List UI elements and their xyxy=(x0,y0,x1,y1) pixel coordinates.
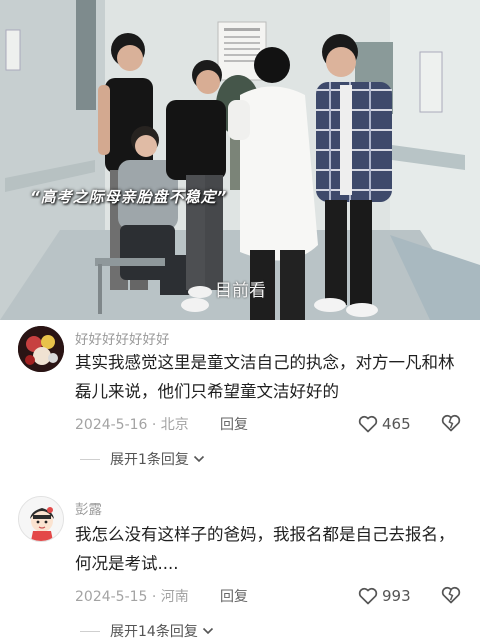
like-button[interactable]: 993 xyxy=(358,585,411,607)
dislike-button[interactable] xyxy=(441,413,461,435)
expand-replies-label: 展开14条回复 xyxy=(110,624,198,640)
expand-replies-button[interactable]: 展开1条回复 xyxy=(80,448,205,470)
comment-meta: 2024-5-15 · 河南 回复 993 xyxy=(75,586,470,608)
chevron-down-icon xyxy=(193,455,204,463)
comment-date-location: 2024-5-16 · 北京 xyxy=(75,417,189,433)
video-subtitle-bottom: 目前看 xyxy=(215,281,266,301)
like-count: 993 xyxy=(382,587,411,605)
broken-heart-icon xyxy=(441,414,461,432)
expand-replies-label: 展开1条回复 xyxy=(110,452,189,468)
like-button[interactable]: 465 xyxy=(358,413,411,435)
comment-text: 我怎么没有这样子的爸妈，我报名都是自己去报名，何况是考试.... xyxy=(75,525,455,573)
reply-button[interactable]: 回复 xyxy=(220,586,248,606)
like-count: 465 xyxy=(382,415,411,433)
video-frame[interactable]: “高考之际母亲胎盘不稳定” 目前看 xyxy=(0,0,480,320)
broken-heart-icon xyxy=(441,586,461,604)
divider-line xyxy=(80,630,100,632)
comment-username[interactable]: 好好好好好好好 xyxy=(75,328,170,348)
expand-replies-button[interactable]: 展开14条回复 xyxy=(80,620,214,640)
reply-button[interactable]: 回复 xyxy=(220,414,248,434)
comment-text: 其实我感觉这里是童文洁自己的执念，对方一凡和林磊儿来说，他们只希望童文洁好好的 xyxy=(75,353,455,401)
video-still xyxy=(0,0,480,320)
video-subtitle-top: “高考之际母亲胎盘不稳定” xyxy=(30,188,228,206)
heart-outline-icon xyxy=(358,415,378,433)
avatar[interactable] xyxy=(18,326,64,372)
comment-date-location: 2024-5-15 · 河南 xyxy=(75,589,189,605)
dislike-button[interactable] xyxy=(441,585,461,607)
heart-outline-icon xyxy=(358,587,378,605)
chevron-down-icon xyxy=(202,627,213,635)
comment-username[interactable]: 彭露 xyxy=(75,498,102,518)
comment-meta: 2024-5-16 · 北京 回复 465 xyxy=(75,414,470,436)
divider-line xyxy=(80,458,100,460)
avatar[interactable] xyxy=(18,496,64,542)
